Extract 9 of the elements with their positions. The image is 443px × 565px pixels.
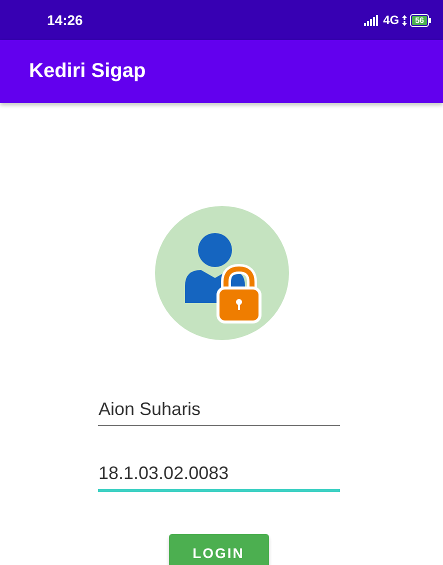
signal-icon	[364, 14, 380, 26]
text-field[interactable]: Aion Suharis	[98, 390, 340, 426]
text-field[interactable]: 18.1.03.02.0083	[98, 456, 340, 492]
network-type: 4G	[383, 13, 400, 27]
status-time: 14:26	[47, 12, 83, 28]
user-lock-icon	[154, 206, 288, 340]
data-arrows-icon	[402, 14, 408, 26]
battery-icon: 56	[410, 14, 431, 26]
app-title: Kediri Sigap	[29, 60, 146, 83]
